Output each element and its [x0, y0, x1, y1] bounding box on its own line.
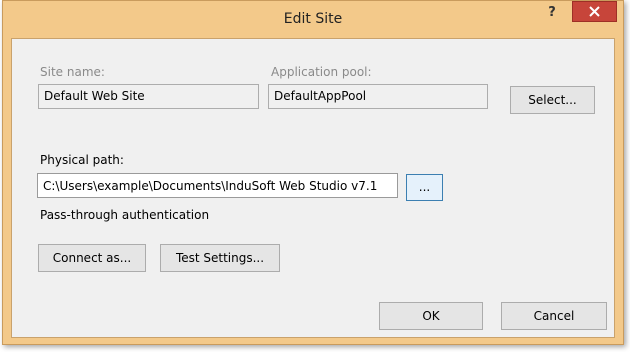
select-button[interactable]: Select...: [510, 86, 595, 114]
ok-button[interactable]: OK: [379, 302, 483, 330]
site-name-field: Default Web Site: [38, 84, 259, 109]
physical-path-input[interactable]: [37, 173, 398, 198]
application-pool-label: Application pool:: [271, 65, 372, 79]
dialog-title: Edit Site: [283, 11, 343, 27]
browse-button[interactable]: ...: [406, 174, 443, 201]
help-button[interactable]: ?: [539, 3, 565, 23]
site-name-label: Site name:: [40, 65, 105, 79]
test-settings-button[interactable]: Test Settings...: [160, 244, 280, 272]
connect-as-button[interactable]: Connect as...: [38, 244, 146, 272]
authentication-text: Pass-through authentication: [40, 208, 210, 222]
close-button[interactable]: [572, 1, 617, 22]
dialog-body: Site name: Default Web Site Application …: [11, 38, 615, 338]
close-icon: [589, 6, 600, 17]
physical-path-label: Physical path:: [40, 153, 124, 167]
application-pool-field: DefaultAppPool: [268, 84, 488, 109]
title-bar[interactable]: Edit Site ?: [3, 1, 623, 38]
edit-site-dialog: Edit Site ? Site name: Default Web Site …: [2, 0, 624, 345]
cancel-button[interactable]: Cancel: [501, 302, 607, 330]
